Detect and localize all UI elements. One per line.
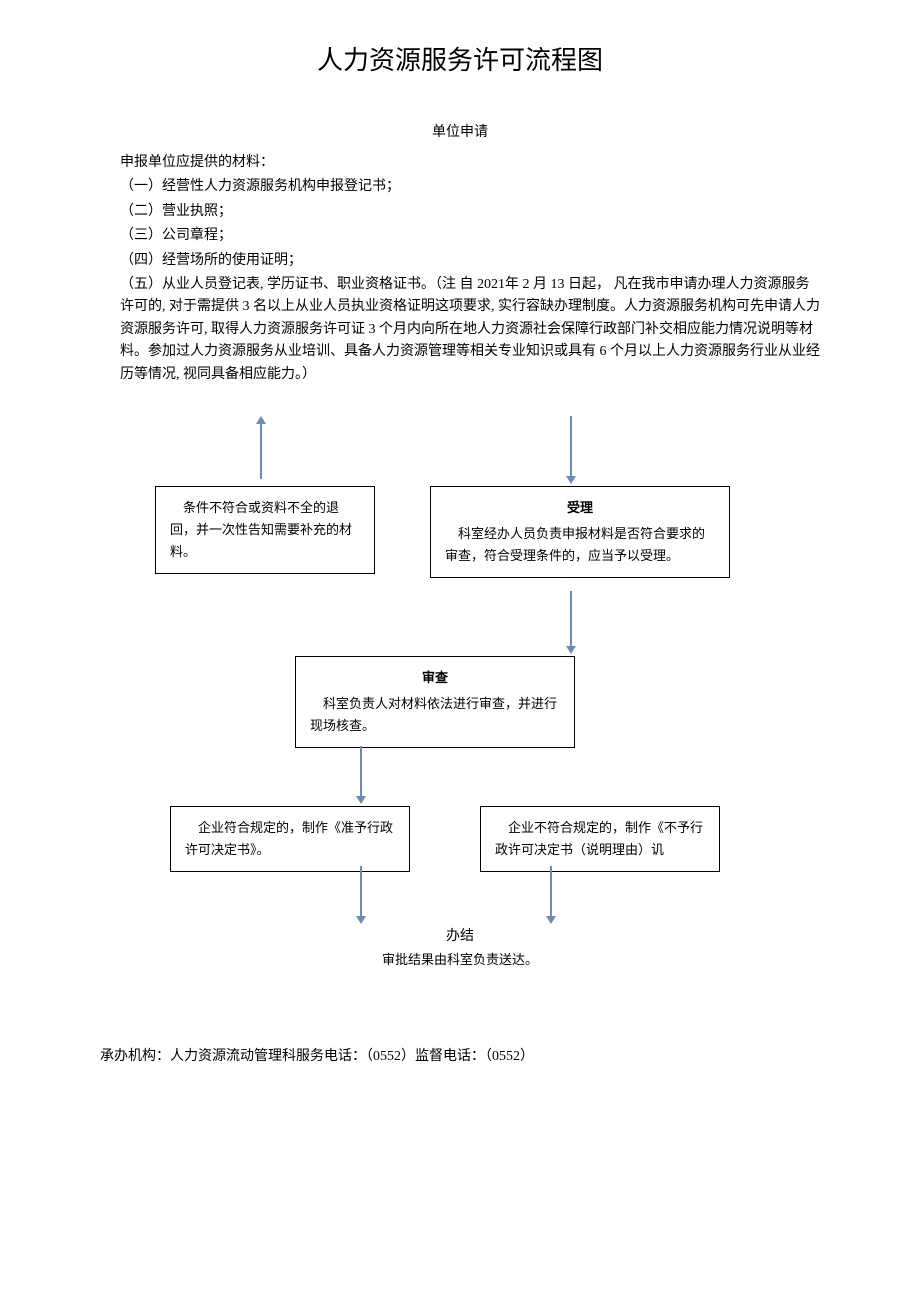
deny-box: 企业不符合规定的，制作《不予行政许可决定书（说明理由）讥 <box>480 806 720 872</box>
materials-list: 申报单位应提供的材料： （一）经营性人力资源服务机构申报登记书； （二）营业执照… <box>60 152 860 386</box>
approve-box: 企业符合规定的，制作《准予行政许可决定书》。 <box>170 806 410 872</box>
complete-section: 办结 审批结果由科室负责送达。 <box>60 926 860 971</box>
complete-title: 办结 <box>60 926 860 948</box>
arrow-down-icon <box>550 866 552 916</box>
arrow-up-icon <box>260 424 262 479</box>
reject-box: 条件不符合或资料不全的退回，并一次性告知需要补充的材料。 <box>155 486 375 574</box>
accept-box-text: 科室经办人员负责申报材料是否符合要求的审查，符合受理条件的，应当予以受理。 <box>445 523 715 567</box>
page-title: 人力资源服务许可流程图 <box>60 40 860 82</box>
review-box-title: 审查 <box>310 667 560 689</box>
footer: 承办机构：人力资源流动管理科服务电话：（0552）监督电话：（0552） <box>60 1046 860 1068</box>
materials-intro: 申报单位应提供的材料： <box>120 152 820 174</box>
materials-item: （五）从业人员登记表, 学历证书、职业资格证书。（注 自 2021年 2 月 1… <box>120 274 820 386</box>
application-section-title: 单位申请 <box>60 122 860 144</box>
arrow-down-icon <box>360 746 362 796</box>
application-section: 单位申请 申报单位应提供的材料： （一）经营性人力资源服务机构申报登记书； （二… <box>60 122 860 386</box>
arrow-down-icon <box>570 591 572 646</box>
arrow-down-icon <box>360 866 362 916</box>
materials-item: （四）经营场所的使用证明； <box>120 250 820 272</box>
flowchart: 条件不符合或资料不全的退回，并一次性告知需要补充的材料。 受理 科室经办人员负责… <box>60 406 860 1026</box>
accept-box-title: 受理 <box>445 497 715 519</box>
materials-item: （三）公司章程； <box>120 225 820 247</box>
arrow-down-icon <box>570 416 572 476</box>
materials-item: （一）经营性人力资源服务机构申报登记书； <box>120 176 820 198</box>
review-box: 审查 科室负责人对材料依法进行审查，并进行现场核查。 <box>295 656 575 748</box>
accept-box: 受理 科室经办人员负责申报材料是否符合要求的审查，符合受理条件的，应当予以受理。 <box>430 486 730 578</box>
review-box-text: 科室负责人对材料依法进行审查，并进行现场核查。 <box>310 693 560 737</box>
materials-item: （二）营业执照； <box>120 201 820 223</box>
complete-text: 审批结果由科室负责送达。 <box>60 950 860 971</box>
